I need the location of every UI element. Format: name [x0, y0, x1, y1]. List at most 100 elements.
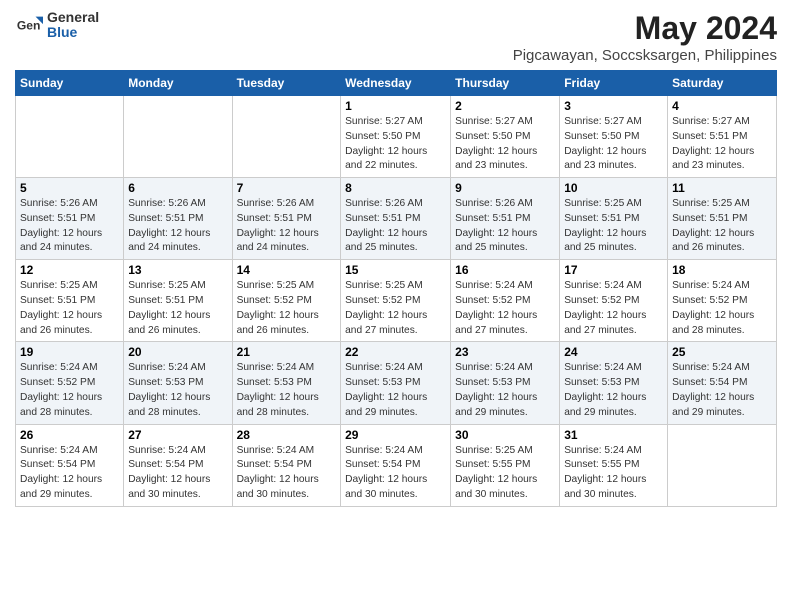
calendar-cell: 31 Sunrise: 5:24 AM Sunset: 5:55 PM Dayli…: [560, 424, 668, 506]
day-number: 25: [672, 345, 772, 359]
day-info: Sunrise: 5:24 AM Sunset: 5:53 PM Dayligh…: [128, 361, 227, 420]
calendar-cell: 2 Sunrise: 5:27 AM Sunset: 5:50 PM Daylig…: [451, 96, 560, 178]
day-number: 2: [455, 99, 555, 113]
calendar-cell: 26Sunrise: 5:24 AM Sunset: 5:54 PM Dayli…: [16, 424, 124, 506]
header-tuesday: Tuesday: [232, 71, 341, 96]
calendar-cell: 20 Sunrise: 5:24 AM Sunset: 5:53 PM Dayli…: [124, 342, 232, 424]
day-info: Sunrise: 5:24 AM Sunset: 5:54 PM Dayligh…: [20, 444, 119, 503]
day-number: 8: [345, 181, 446, 195]
day-info: Sunrise: 5:24 AM Sunset: 5:54 PM Dayligh…: [237, 444, 337, 503]
day-info: Sunrise: 5:25 AM Sunset: 5:51 PM Dayligh…: [128, 279, 227, 338]
day-number: 12: [20, 263, 119, 277]
calendar-cell: 1 Sunrise: 5:27 AM Sunset: 5:50 PM Daylig…: [341, 96, 451, 178]
day-number: 16: [455, 263, 555, 277]
day-info: Sunrise: 5:24 AM Sunset: 5:52 PM Dayligh…: [455, 279, 555, 338]
day-number: 31: [564, 428, 663, 442]
calendar-cell: [124, 96, 232, 178]
day-number: 17: [564, 263, 663, 277]
logo: Gen General Blue: [15, 10, 99, 41]
calendar-cell: 22 Sunrise: 5:24 AM Sunset: 5:53 PM Dayli…: [341, 342, 451, 424]
day-number: 5: [20, 181, 119, 195]
title-block: May 2024 Pigcawayan, Soccsksargen, Phili…: [513, 10, 777, 64]
day-info: Sunrise: 5:24 AM Sunset: 5:53 PM Dayligh…: [564, 361, 663, 420]
calendar-cell: 5 Sunrise: 5:26 AM Sunset: 5:51 PM Daylig…: [16, 178, 124, 260]
day-number: 11: [672, 181, 772, 195]
day-number: 3: [564, 99, 663, 113]
day-number: 10: [564, 181, 663, 195]
day-info: Sunrise: 5:27 AM Sunset: 5:50 PM Dayligh…: [455, 115, 555, 174]
calendar-body: 1 Sunrise: 5:27 AM Sunset: 5:50 PM Daylig…: [16, 96, 777, 507]
day-info: Sunrise: 5:26 AM Sunset: 5:51 PM Dayligh…: [237, 197, 337, 256]
day-number: 14: [237, 263, 337, 277]
calendar-cell: 25Sunrise: 5:24 AM Sunset: 5:54 PM Dayli…: [668, 342, 777, 424]
day-info: Sunrise: 5:27 AM Sunset: 5:51 PM Dayligh…: [672, 115, 772, 174]
day-info: Sunrise: 5:26 AM Sunset: 5:51 PM Dayligh…: [455, 197, 555, 256]
calendar-table: SundayMondayTuesdayWednesdayThursdayFrid…: [15, 70, 777, 507]
week-row-1: 1 Sunrise: 5:27 AM Sunset: 5:50 PM Daylig…: [16, 96, 777, 178]
day-info: Sunrise: 5:26 AM Sunset: 5:51 PM Dayligh…: [128, 197, 227, 256]
calendar-cell: 14 Sunrise: 5:25 AM Sunset: 5:52 PM Dayli…: [232, 260, 341, 342]
calendar-cell: [16, 96, 124, 178]
week-row-3: 12 Sunrise: 5:25 AM Sunset: 5:51 PM Dayli…: [16, 260, 777, 342]
day-info: Sunrise: 5:24 AM Sunset: 5:53 PM Dayligh…: [237, 361, 337, 420]
day-info: Sunrise: 5:25 AM Sunset: 5:51 PM Dayligh…: [20, 279, 119, 338]
calendar-cell: 21 Sunrise: 5:24 AM Sunset: 5:53 PM Dayli…: [232, 342, 341, 424]
calendar-cell: 11 Sunrise: 5:25 AM Sunset: 5:51 PM Dayli…: [668, 178, 777, 260]
calendar-cell: 3 Sunrise: 5:27 AM Sunset: 5:50 PM Daylig…: [560, 96, 668, 178]
calendar-cell: 24 Sunrise: 5:24 AM Sunset: 5:53 PM Dayli…: [560, 342, 668, 424]
day-info: Sunrise: 5:27 AM Sunset: 5:50 PM Dayligh…: [345, 115, 446, 174]
calendar-cell: 4 Sunrise: 5:27 AM Sunset: 5:51 PM Daylig…: [668, 96, 777, 178]
day-info: Sunrise: 5:26 AM Sunset: 5:51 PM Dayligh…: [345, 197, 446, 256]
calendar-cell: 10Sunrise: 5:25 AM Sunset: 5:51 PM Dayli…: [560, 178, 668, 260]
day-info: Sunrise: 5:24 AM Sunset: 5:53 PM Dayligh…: [345, 361, 446, 420]
calendar-cell: 29 Sunrise: 5:24 AM Sunset: 5:54 PM Dayli…: [341, 424, 451, 506]
calendar-cell: 16 Sunrise: 5:24 AM Sunset: 5:52 PM Dayli…: [451, 260, 560, 342]
logo-general-text: General: [47, 10, 99, 25]
day-info: Sunrise: 5:24 AM Sunset: 5:52 PM Dayligh…: [20, 361, 119, 420]
day-number: 6: [128, 181, 227, 195]
calendar-cell: 30Sunrise: 5:25 AM Sunset: 5:55 PM Dayli…: [451, 424, 560, 506]
calendar-cell: 7 Sunrise: 5:26 AM Sunset: 5:51 PM Daylig…: [232, 178, 341, 260]
week-row-5: 26Sunrise: 5:24 AM Sunset: 5:54 PM Dayli…: [16, 424, 777, 506]
day-info: Sunrise: 5:26 AM Sunset: 5:51 PM Dayligh…: [20, 197, 119, 256]
header-friday: Friday: [560, 71, 668, 96]
calendar-subtitle: Pigcawayan, Soccsksargen, Philippines: [513, 47, 777, 64]
calendar-cell: 13Sunrise: 5:25 AM Sunset: 5:51 PM Dayli…: [124, 260, 232, 342]
day-number: 1: [345, 99, 446, 113]
calendar-cell: 19 Sunrise: 5:24 AM Sunset: 5:52 PM Dayli…: [16, 342, 124, 424]
day-number: 7: [237, 181, 337, 195]
week-row-2: 5 Sunrise: 5:26 AM Sunset: 5:51 PM Daylig…: [16, 178, 777, 260]
calendar-title: May 2024: [513, 10, 777, 47]
calendar-cell: [668, 424, 777, 506]
calendar-cell: 15Sunrise: 5:25 AM Sunset: 5:52 PM Dayli…: [341, 260, 451, 342]
logo-blue-text: Blue: [47, 25, 99, 40]
day-number: 27: [128, 428, 227, 442]
header-row: SundayMondayTuesdayWednesdayThursdayFrid…: [16, 71, 777, 96]
day-number: 4: [672, 99, 772, 113]
day-number: 29: [345, 428, 446, 442]
day-info: Sunrise: 5:24 AM Sunset: 5:55 PM Dayligh…: [564, 444, 663, 503]
day-number: 21: [237, 345, 337, 359]
day-info: Sunrise: 5:25 AM Sunset: 5:51 PM Dayligh…: [672, 197, 772, 256]
day-info: Sunrise: 5:25 AM Sunset: 5:52 PM Dayligh…: [345, 279, 446, 338]
calendar-cell: 8 Sunrise: 5:26 AM Sunset: 5:51 PM Daylig…: [341, 178, 451, 260]
svg-text:Gen: Gen: [17, 19, 41, 33]
day-number: 24: [564, 345, 663, 359]
calendar-cell: 12 Sunrise: 5:25 AM Sunset: 5:51 PM Dayli…: [16, 260, 124, 342]
day-number: 19: [20, 345, 119, 359]
header-monday: Monday: [124, 71, 232, 96]
day-info: Sunrise: 5:27 AM Sunset: 5:50 PM Dayligh…: [564, 115, 663, 174]
calendar-cell: 6 Sunrise: 5:26 AM Sunset: 5:51 PM Daylig…: [124, 178, 232, 260]
day-info: Sunrise: 5:24 AM Sunset: 5:53 PM Dayligh…: [455, 361, 555, 420]
day-number: 20: [128, 345, 227, 359]
day-number: 18: [672, 263, 772, 277]
day-number: 22: [345, 345, 446, 359]
day-number: 23: [455, 345, 555, 359]
day-info: Sunrise: 5:25 AM Sunset: 5:52 PM Dayligh…: [237, 279, 337, 338]
week-row-4: 19 Sunrise: 5:24 AM Sunset: 5:52 PM Dayli…: [16, 342, 777, 424]
day-info: Sunrise: 5:25 AM Sunset: 5:55 PM Dayligh…: [455, 444, 555, 503]
header-saturday: Saturday: [668, 71, 777, 96]
header-wednesday: Wednesday: [341, 71, 451, 96]
header-sunday: Sunday: [16, 71, 124, 96]
day-info: Sunrise: 5:24 AM Sunset: 5:54 PM Dayligh…: [345, 444, 446, 503]
